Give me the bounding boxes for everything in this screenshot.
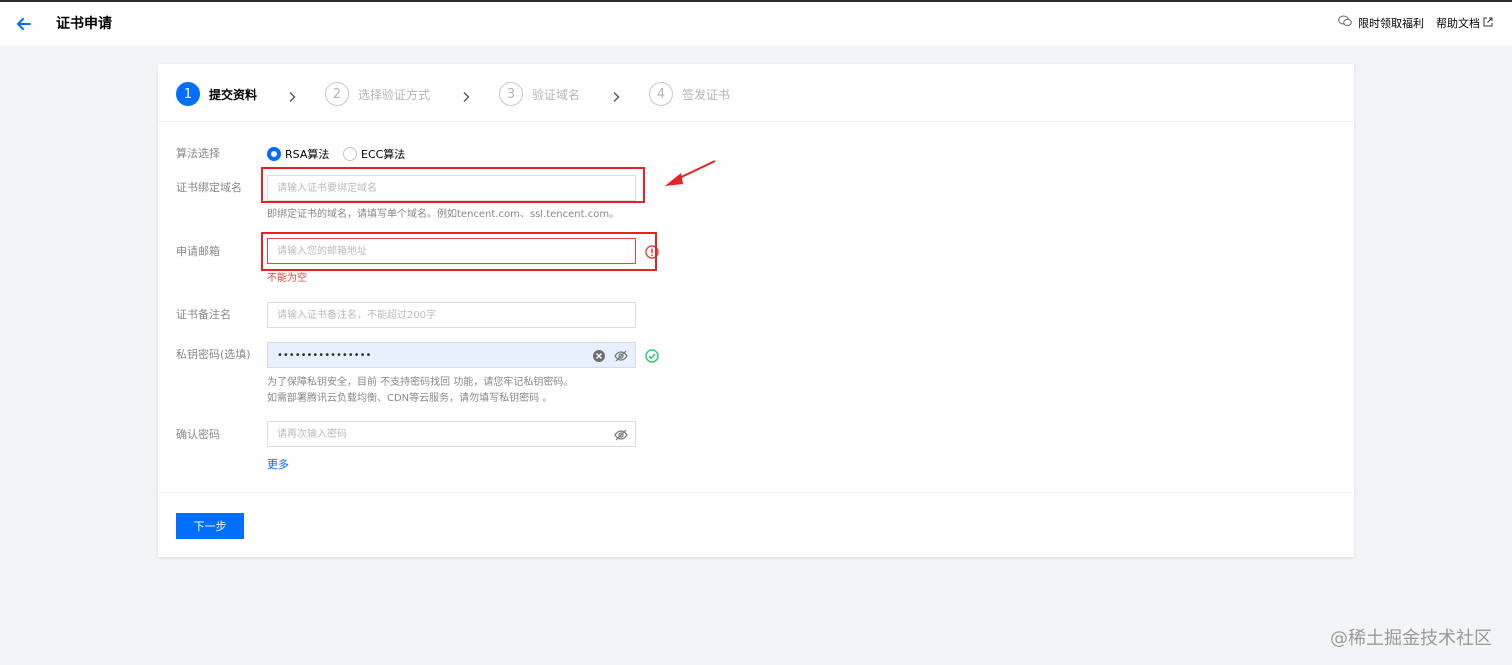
step-3: 3 验证域名 — [499, 82, 580, 106]
private-key-help-2: 如需部署腾讯云负载均衡、CDN等云服务，请勿填写私钥密码 。 — [267, 393, 553, 404]
private-key-input[interactable] — [267, 342, 636, 368]
help-docs-label: 帮助文档 — [1436, 17, 1480, 30]
error-icon — [645, 244, 659, 259]
steps-bar: 1 提交资料 2 选择验证方式 3 验证域名 4 签发证书 — [158, 64, 1354, 122]
step-label: 选择验证方式 — [358, 87, 431, 102]
radio-label: RSA算法 — [285, 148, 330, 161]
private-key-help-1: 为了保障私钥安全，目前 不支持密码找回 功能，请您牢记私钥密码。 — [267, 377, 574, 388]
step-1: 1 提交资料 — [176, 82, 257, 106]
step-4: 4 签发证书 — [649, 82, 730, 106]
divider — [158, 492, 1354, 493]
step-label: 签发证书 — [682, 87, 731, 102]
step-label: 验证域名 — [532, 87, 581, 102]
radio-label: ECC算法 — [361, 148, 406, 161]
page-header: 证书申请 限时领取福利 帮助文档 — [0, 2, 1512, 46]
wechat-icon — [1338, 15, 1358, 33]
chevron-right-icon — [460, 88, 472, 102]
remark-label: 证书备注名 — [176, 308, 231, 321]
step-number: 3 — [499, 82, 523, 106]
next-step-button[interactable]: 下一步 — [176, 513, 244, 539]
promo-label: 限时领取福利 — [1358, 17, 1424, 30]
step-number: 2 — [325, 82, 349, 106]
chevron-right-icon — [286, 88, 298, 102]
email-error: 不能为空 — [267, 273, 307, 284]
step-2: 2 选择验证方式 — [325, 82, 430, 106]
radio-ecc[interactable]: ECC算法 — [343, 146, 405, 162]
form-card: 1 提交资料 2 选择验证方式 3 验证域名 4 签发证书 算法选择 RSA算法 — [158, 64, 1354, 557]
private-key-label: 私钥密码(选填) — [176, 348, 251, 361]
chevron-right-icon — [610, 88, 622, 102]
algorithm-label: 算法选择 — [176, 147, 220, 160]
step-label: 提交资料 — [209, 87, 258, 102]
confirm-label: 确认密码 — [176, 428, 220, 441]
radio-rsa[interactable]: RSA算法 — [267, 146, 329, 162]
clear-icon[interactable] — [592, 348, 606, 362]
annotation-arrow — [663, 159, 719, 193]
page-title: 证书申请 — [56, 16, 112, 32]
email-input[interactable] — [267, 238, 636, 264]
radio-dot — [267, 147, 281, 161]
eye-off-icon[interactable] — [614, 348, 628, 362]
domain-help: 即绑定证书的域名，请填写单个域名。例如tencent.com、ssl.tence… — [267, 209, 620, 220]
eye-off-icon[interactable] — [614, 427, 628, 441]
email-label: 申请邮箱 — [176, 245, 220, 258]
domain-label: 证书绑定域名 — [176, 181, 242, 194]
radio-dot — [343, 147, 357, 161]
more-link[interactable]: 更多 — [267, 456, 289, 472]
step-number: 4 — [649, 82, 673, 106]
help-docs-link[interactable]: 帮助文档 — [1436, 15, 1493, 33]
watermark: @稀土掘金技术社区 — [1330, 628, 1492, 649]
domain-input[interactable] — [267, 175, 636, 201]
check-circle-icon — [645, 348, 659, 363]
promo-link[interactable]: 限时领取福利 — [1338, 15, 1424, 33]
step-number: 1 — [176, 82, 200, 106]
back-arrow-icon[interactable] — [14, 14, 34, 34]
remark-input[interactable] — [267, 302, 636, 328]
confirm-password-input[interactable] — [267, 421, 636, 447]
external-link-icon — [1480, 15, 1493, 33]
